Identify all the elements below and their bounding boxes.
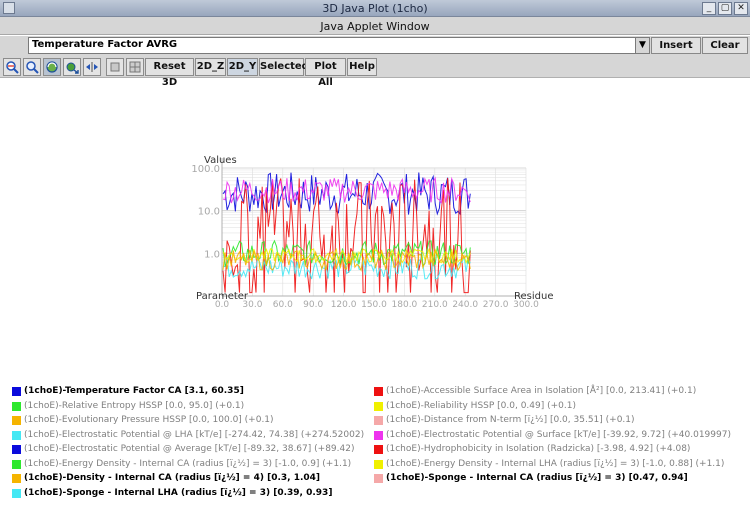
property-select-value: Temperature Factor AVRG [32, 39, 178, 50]
legend-label: (1choE)-Relative Entropy HSSP [0.0, 95.0… [24, 400, 245, 411]
y-tick-label: 10.0 [198, 207, 220, 218]
legend-swatch [374, 387, 383, 396]
legend-label: (1choE)-Electrostatic Potential @ Surfac… [386, 429, 731, 440]
legend-label: (1choE)-Electrostatic Potential @ LHA [k… [24, 429, 365, 440]
insert-button[interactable]: Insert [651, 37, 701, 54]
close-button[interactable]: ✕ [734, 2, 748, 15]
legend-swatch [12, 488, 21, 498]
x-tick-label: 270.0 [483, 300, 509, 310]
x-tick-label: 210.0 [422, 300, 448, 310]
legend-swatch [374, 459, 383, 469]
x-tick-label: 180.0 [392, 300, 418, 310]
legend-label: (1choE)-Density - Internal CA (radius [ï… [24, 473, 321, 483]
2d-y-button[interactable]: 2D_Y [227, 58, 258, 76]
legend-swatch [12, 459, 21, 469]
legend-swatch [374, 401, 383, 411]
legend-swatch [12, 401, 21, 411]
x-axis-label-left: Parameter [196, 291, 249, 302]
chevron-down-icon[interactable]: ▼ [635, 38, 649, 53]
plot-all-button[interactable]: Plot All [305, 58, 346, 88]
x-tick-label: 120.0 [331, 300, 357, 310]
window-title: 3D Java Plot (1cho) [322, 2, 428, 15]
legend-swatch [12, 430, 21, 440]
legend-swatch [374, 445, 383, 454]
zoom-icon[interactable] [23, 58, 41, 76]
2d-z-button[interactable]: 2D_Z [195, 58, 226, 76]
legend-label: (1choE)-Hydrophobicity in Isolation (Rad… [386, 444, 691, 454]
property-select-row: Temperature Factor AVRG ▼ Insert Clear [0, 36, 750, 56]
x-tick-label: 240.0 [452, 300, 478, 310]
property-select[interactable]: Temperature Factor AVRG ▼ [28, 37, 650, 54]
legend-swatch [12, 416, 21, 425]
x-tick-label: 60.0 [273, 300, 293, 310]
legend-label: (1choE)-Reliability HSSP [0.0, 0.49] (+0… [386, 400, 576, 411]
legend-label: (1choE)-Distance from N-term [ï¿½] [0.0,… [386, 415, 635, 425]
selected-button[interactable]: Selected [259, 58, 309, 76]
legend-label: (1choE)-Sponge - Internal CA (radius [ï¿… [386, 473, 688, 483]
zoom-reset-icon[interactable] [3, 58, 21, 76]
grid-icon[interactable] [126, 58, 144, 76]
legend-label: (1choE)-Energy Density - Internal CA (ra… [24, 458, 352, 469]
y-axis-label: Values [204, 155, 237, 166]
x-tick-label: 90.0 [303, 300, 323, 310]
y-tick-label: 1.0 [204, 249, 220, 260]
applet-banner-label: Java Applet Window [320, 20, 430, 33]
square-icon[interactable] [106, 58, 124, 76]
legend-swatch [12, 474, 21, 483]
legend-swatch [12, 445, 21, 454]
rotate-icon[interactable] [43, 58, 61, 76]
plot-toolbar: Reset 3D 2D_Z 2D_Y Selected Plot All Hel… [0, 56, 750, 88]
legend-label: (1choE)-Energy Density - Internal LHA (r… [386, 458, 725, 469]
maximize-button[interactable]: ▢ [718, 2, 732, 15]
help-button[interactable]: Help [347, 58, 377, 76]
legend-label: (1choE)-Sponge - Internal LHA (radius [ï… [24, 487, 333, 498]
plot-canvas[interactable]: 100.010.01.00.0 30.0 60.0 90.0 120.0 150.0 180… [180, 130, 580, 310]
minimize-button[interactable]: _ [702, 2, 716, 15]
window-titlebar: 3D Java Plot (1cho) _ ▢ ✕ [0, 0, 750, 17]
x-tick-label: 150.0 [361, 300, 387, 310]
reset-3d-button[interactable]: Reset 3D [145, 58, 194, 88]
clear-button[interactable]: Clear [702, 37, 748, 54]
legend-swatch [12, 387, 21, 396]
stretch-icon[interactable] [83, 58, 101, 76]
x-axis-label-right: Residue [514, 291, 553, 302]
legend-label: (1choE)-Evolutionary Pressure HSSP [0.0,… [24, 415, 274, 425]
legend-label: (1choE)-Accessible Surface Area in Isola… [386, 386, 697, 396]
legend: (1choE)-Temperature Factor CA [3.1, 60.3… [12, 385, 742, 505]
legend-label: (1choE)-Temperature Factor CA [3.1, 60.3… [24, 386, 244, 396]
legend-swatch [374, 474, 383, 483]
legend-label: (1choE)-Electrostatic Potential @ Averag… [24, 444, 355, 454]
move-icon[interactable] [63, 58, 81, 76]
legend-swatch [374, 430, 383, 440]
applet-banner: Java Applet Window [0, 17, 750, 35]
legend-swatch [374, 416, 383, 425]
